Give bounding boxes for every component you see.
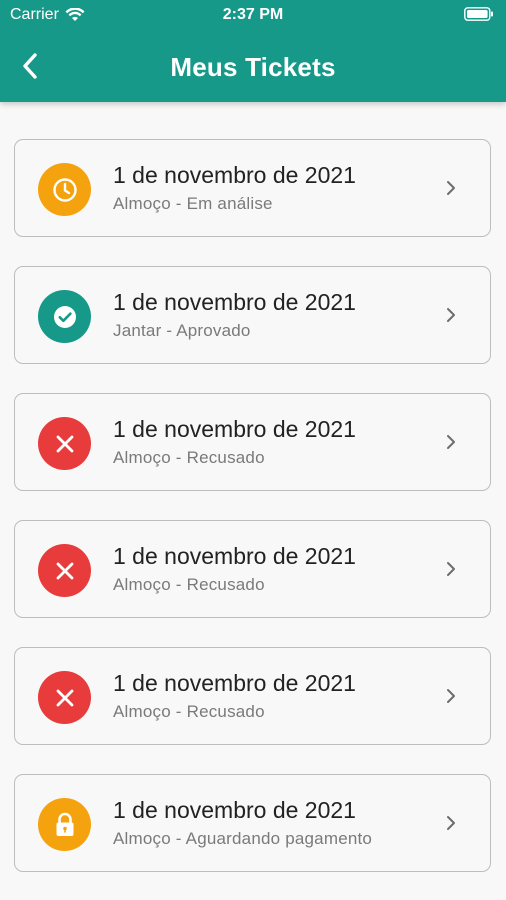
clock-icon <box>52 177 77 202</box>
ticket-card[interactable]: 1 de novembro de 2021 Almoço - Recusado <box>14 647 491 745</box>
chevron-right-icon <box>447 308 455 322</box>
header: Carrier 2:37 PM Meus Tickets <box>0 0 506 102</box>
status-rejected-badge <box>38 417 91 470</box>
battery-icon <box>464 7 494 21</box>
status-time: 2:37 PM <box>222 6 284 23</box>
chevron-right-icon <box>447 816 455 830</box>
ticket-card[interactable]: 1 de novembro de 2021 Almoço - Recusado <box>14 393 491 491</box>
status-approved-badge <box>38 290 91 343</box>
ticket-subtitle: Almoço - Recusado <box>113 448 265 467</box>
app-screen: Carrier 2:37 PM Meus Tickets 1 de novemb… <box>0 0 506 900</box>
ticket-subtitle: Almoço - Em análise <box>113 194 273 213</box>
status-rejected-badge <box>38 671 91 724</box>
ticket-subtitle: Almoço - Recusado <box>113 702 265 721</box>
lock-icon <box>56 812 73 836</box>
status-rejected-badge <box>38 544 91 597</box>
ticket-date: 1 de novembro de 2021 <box>113 543 356 569</box>
chevron-right-icon <box>447 562 455 576</box>
status-bar: Carrier 2:37 PM <box>0 0 506 30</box>
close-icon <box>56 562 73 579</box>
check-icon <box>53 305 76 328</box>
ticket-subtitle: Almoço - Recusado <box>113 575 265 594</box>
close-icon <box>56 435 73 452</box>
ticket-date: 1 de novembro de 2021 <box>113 416 356 442</box>
ticket-card[interactable]: 1 de novembro de 2021 Almoço - Em anális… <box>14 139 491 237</box>
ticket-subtitle: Almoço - Aguardando pagamento <box>113 829 373 848</box>
status-awaiting-payment-badge <box>38 798 91 851</box>
chevron-right-icon <box>447 435 455 449</box>
ticket-date: 1 de novembro de 2021 <box>113 289 356 315</box>
close-icon <box>56 689 73 706</box>
chevron-right-icon <box>447 689 455 703</box>
app-bar: Meus Tickets <box>0 38 506 94</box>
ticket-date: 1 de novembro de 2021 <box>113 797 356 823</box>
chevron-right-icon <box>447 181 455 195</box>
status-pending-badge <box>38 163 91 216</box>
page-title: Meus Tickets <box>170 52 336 82</box>
ticket-subtitle: Jantar - Aprovado <box>113 321 251 340</box>
ticket-card[interactable]: 1 de novembro de 2021 Almoço - Aguardand… <box>14 774 491 872</box>
ticket-card[interactable]: 1 de novembro de 2021 Jantar - Aprovado <box>14 266 491 364</box>
ticket-date: 1 de novembro de 2021 <box>113 162 356 188</box>
ticket-card[interactable]: 1 de novembro de 2021 Almoço - Recusado <box>14 520 491 618</box>
ticket-date: 1 de novembro de 2021 <box>113 670 356 696</box>
